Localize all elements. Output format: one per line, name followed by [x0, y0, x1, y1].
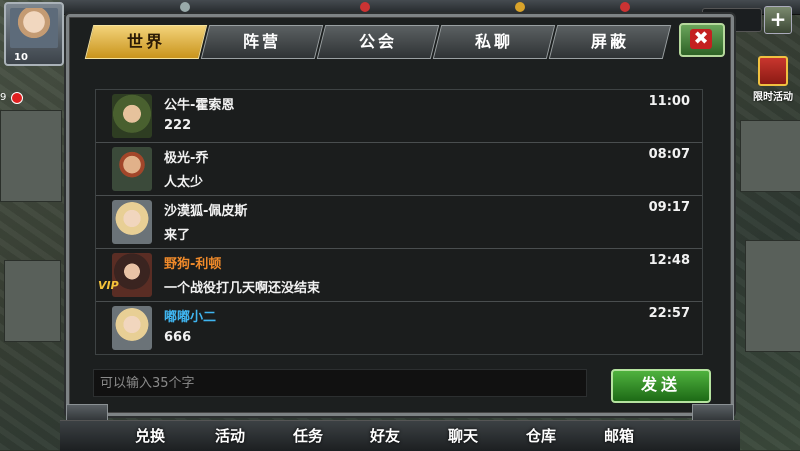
- tab-faction[interactable]: 阵营: [200, 25, 324, 59]
- message-row[interactable]: 嘟嘟小二 666 22:57: [96, 302, 702, 354]
- message-time: 09:17: [648, 200, 690, 215]
- hud-resource-icon: [620, 2, 630, 12]
- message-time: 22:57: [648, 306, 690, 321]
- tab-label: 阵营: [242, 32, 281, 51]
- bottom-nav: 兑换 活动 任务 好友 聊天 仓库 邮箱: [60, 420, 740, 451]
- player-avatar[interactable]: 10: [4, 2, 64, 66]
- message-text: 人太少: [164, 175, 204, 190]
- gift-icon: [758, 56, 788, 86]
- sender-avatar[interactable]: [112, 94, 152, 138]
- sender-name[interactable]: 公牛-霍索恩: [164, 94, 234, 113]
- message-row[interactable]: VIP 野狗-利顿 一个战役打几天啊还没结束 12:48: [96, 249, 702, 302]
- left-badge-count: 9: [0, 92, 7, 103]
- map-building: [740, 120, 800, 192]
- chat-input[interactable]: 可以输入35个字: [93, 369, 587, 397]
- tab-label: 屏蔽: [590, 32, 629, 51]
- nav-chat[interactable]: 聊天: [428, 425, 498, 446]
- top-hud-bar: [60, 0, 800, 15]
- limited-event-button[interactable]: 限时活动: [752, 56, 794, 103]
- map-building: [4, 260, 61, 342]
- message-row[interactable]: 沙漠狐-佩皮斯 来了 09:17: [96, 196, 702, 249]
- message-text: 来了: [164, 228, 191, 243]
- close-icon: ✖: [690, 29, 712, 49]
- message-time: 08:07: [648, 147, 690, 162]
- message-text: 222: [164, 118, 192, 133]
- message-list: 公牛-霍索恩 222 11:00 极光-乔 人太少 08:07 沙漠狐-佩皮斯 …: [95, 89, 703, 355]
- sender-avatar[interactable]: [112, 306, 152, 350]
- nav-mailbox[interactable]: 邮箱: [584, 425, 654, 446]
- tab-block[interactable]: 屏蔽: [548, 25, 672, 59]
- limited-event-label: 限时活动: [753, 92, 793, 103]
- message-time: 12:48: [648, 253, 690, 268]
- chat-tabs: 世界 阵营 公会 私聊 屏蔽: [81, 25, 672, 59]
- hud-gold-icon: [515, 2, 525, 12]
- sender-name[interactable]: 极光-乔: [164, 147, 208, 166]
- notification-dot-icon: [11, 92, 23, 104]
- send-button[interactable]: 发送: [611, 369, 711, 403]
- sender-name[interactable]: 沙漠狐-佩皮斯: [164, 200, 247, 219]
- tab-guild[interactable]: 公会: [316, 25, 440, 59]
- tab-label: 公会: [358, 32, 397, 51]
- add-resource-button[interactable]: +: [764, 6, 792, 34]
- message-text: 666: [164, 330, 192, 345]
- sender-name[interactable]: 嘟嘟小二: [164, 306, 216, 325]
- message-row[interactable]: 公牛-霍索恩 222 11:00: [96, 90, 702, 143]
- nav-friends[interactable]: 好友: [350, 425, 420, 446]
- vip-badge: VIP: [98, 279, 119, 292]
- message-time: 11:00: [648, 94, 690, 109]
- player-level: 10: [14, 52, 28, 63]
- tab-private-chat[interactable]: 私聊: [432, 25, 556, 59]
- nav-activity[interactable]: 活动: [195, 425, 265, 446]
- map-building: [0, 110, 62, 202]
- hud-gear-icon: [180, 2, 190, 12]
- sender-avatar[interactable]: [112, 147, 152, 191]
- sender-name[interactable]: 野狗-利顿: [164, 253, 221, 272]
- tab-world[interactable]: 世界: [84, 25, 208, 59]
- sender-avatar[interactable]: [112, 200, 152, 244]
- nav-exchange[interactable]: 兑换: [115, 425, 185, 446]
- hud-flag-icon: [360, 2, 370, 12]
- nav-missions[interactable]: 任务: [273, 425, 343, 446]
- close-button[interactable]: ✖: [679, 23, 725, 57]
- map-building: [745, 240, 800, 352]
- tab-label: 世界: [126, 32, 165, 51]
- message-text: 一个战役打几天啊还没结束: [164, 281, 321, 296]
- message-row[interactable]: 极光-乔 人太少 08:07: [96, 143, 702, 196]
- nav-warehouse[interactable]: 仓库: [506, 425, 576, 446]
- tab-label: 私聊: [474, 32, 513, 51]
- chat-panel: 世界 阵营 公会 私聊 屏蔽 ✖ 公牛-霍索恩 222 11:00 极光-乔 人…: [66, 14, 734, 416]
- player-portrait: [10, 8, 58, 48]
